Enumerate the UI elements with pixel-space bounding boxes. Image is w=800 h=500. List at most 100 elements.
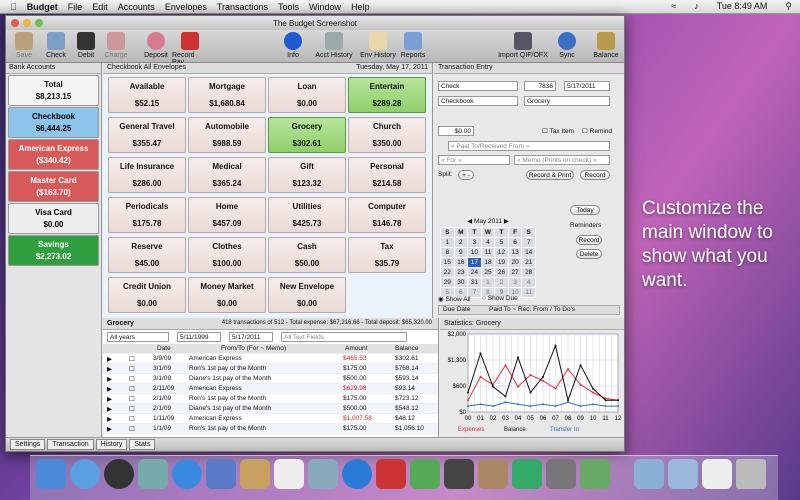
envelope-select[interactable]: Grocery — [524, 96, 610, 106]
calendar-day[interactable]: 31 — [467, 277, 482, 288]
check-number-field[interactable]: 7836 — [524, 81, 556, 91]
table-row[interactable]: ▶ ☐ 3/1/09 Ron's 1st pay of the Month $175.0… — [103, 364, 438, 374]
table-row[interactable]: ▶ ☐ 3/1/09 Diane's 1st pay of the Month $500… — [103, 374, 438, 384]
stats-tab[interactable]: Stats — [129, 439, 156, 450]
payee-field[interactable]: « Paid To/Received From » — [448, 141, 610, 151]
reminder-record-button[interactable]: Record — [576, 235, 602, 245]
envelope-money-market[interactable]: Money Market $0.00 — [188, 277, 266, 313]
envelope-gift[interactable]: Gift $123.32 — [268, 157, 346, 193]
envelope-reserve[interactable]: Reserve $45.00 — [108, 237, 186, 273]
calendar-day[interactable]: 12 — [494, 247, 509, 258]
remind-checkbox[interactable]: ☐ Remind — [582, 127, 612, 135]
account-checkbook[interactable]: Checkbook $6,444.25 — [8, 107, 99, 138]
calendar-day[interactable]: 21 — [521, 257, 536, 268]
transaction-type-select[interactable]: Check — [438, 81, 518, 91]
documents-folder-icon[interactable] — [668, 459, 698, 489]
cleared-checkbox[interactable]: ☐ — [129, 365, 135, 373]
envelope-tax[interactable]: Tax $35.79 — [348, 237, 426, 273]
calendar-day[interactable]: 24 — [467, 267, 482, 278]
expand-icon[interactable]: ▶ — [107, 415, 112, 423]
iphoto-icon[interactable] — [410, 459, 440, 489]
split-add-button[interactable]: + - — [458, 170, 474, 180]
amount-field[interactable]: $0.00 — [438, 126, 474, 136]
envelope-periodicals[interactable]: Periodicals $175.78 — [108, 197, 186, 233]
table-row[interactable]: ▶ ☐ 2/1/09 Ron's 1st pay of the Month $175.0… — [103, 394, 438, 404]
for-field[interactable]: « For » — [438, 155, 510, 165]
envelope-credit-union[interactable]: Credit Union $0.00 — [108, 277, 186, 313]
calendar-day[interactable]: 22 — [440, 267, 455, 278]
record-button[interactable]: Record — [580, 170, 610, 180]
table-row[interactable]: ▶ ☐ 1/1/09 Ron's 1st pay of the Month $175.0… — [103, 424, 438, 434]
calendar-day[interactable]: 9 — [453, 247, 469, 258]
cleared-checkbox[interactable]: ☐ — [129, 375, 135, 383]
calendar-day[interactable]: 8 — [440, 247, 455, 258]
trash-icon[interactable] — [736, 459, 766, 489]
finder-icon[interactable] — [36, 459, 66, 489]
ical-icon[interactable] — [274, 459, 304, 489]
envelope-cash[interactable]: Cash $50.00 — [268, 237, 346, 273]
menu-accounts[interactable]: Accounts — [118, 2, 155, 12]
menu-edit[interactable]: Edit — [92, 2, 108, 12]
calendar-day[interactable]: 19 — [494, 257, 509, 268]
calendar-day[interactable]: 27 — [507, 267, 523, 278]
calendar-day[interactable]: 13 — [507, 247, 523, 258]
calendar-day[interactable]: 30 — [453, 277, 469, 288]
calendar-day[interactable]: 20 — [507, 257, 523, 268]
volume-icon[interactable]: ♪ — [694, 1, 699, 12]
menu-help[interactable]: Help — [351, 2, 370, 12]
clock-text[interactable]: Tue 8:49 AM — [717, 1, 768, 12]
calendar-day[interactable]: 2 — [453, 237, 469, 248]
reminder-delete-button[interactable]: Delete — [576, 249, 602, 259]
cleared-checkbox[interactable]: ☐ — [129, 425, 135, 433]
expand-icon[interactable]: ▶ — [107, 355, 112, 363]
expand-icon[interactable]: ▶ — [107, 395, 112, 403]
deposit-button[interactable]: Deposit — [138, 32, 174, 59]
facetime-icon[interactable] — [206, 459, 236, 489]
calendar-day[interactable]: 17 — [467, 257, 482, 268]
calendar-day[interactable]: 3 — [467, 237, 482, 248]
expand-icon[interactable]: ▶ — [107, 405, 112, 413]
zoom-button[interactable] — [35, 19, 43, 27]
itunes-icon[interactable] — [342, 459, 372, 489]
today-button[interactable]: Today — [570, 205, 600, 215]
document-icon[interactable] — [702, 459, 732, 489]
minimize-button[interactable] — [23, 19, 31, 27]
record-pay-button[interactable]: Record Pay — [172, 32, 208, 66]
applications-folder-icon[interactable] — [634, 459, 664, 489]
calendar-day[interactable]: 2 — [494, 277, 509, 288]
cleared-checkbox[interactable]: ☐ — [129, 405, 135, 413]
calendar-day[interactable]: 4 — [521, 277, 536, 288]
search-field[interactable]: All Text Fields — [281, 332, 407, 342]
menu-transactions[interactable]: Transactions — [217, 2, 268, 12]
calendar-day[interactable]: 11 — [521, 287, 536, 298]
calendar-day[interactable]: 15 — [440, 257, 455, 268]
calendar-day[interactable]: 26 — [494, 267, 509, 278]
calendar-day[interactable]: 25 — [480, 267, 496, 278]
table-row[interactable]: ▶ ☐ 2/11/09 American Express $629.98 $93.14 — [103, 384, 438, 394]
cleared-checkbox[interactable]: ☐ — [129, 415, 135, 423]
account-select[interactable]: Checkbook — [438, 96, 518, 106]
envelope-personal[interactable]: Personal $214.58 — [348, 157, 426, 193]
calendar-day[interactable]: 28 — [521, 267, 536, 278]
apple-menu-icon[interactable]:  — [10, 2, 17, 12]
menu-envelopes[interactable]: Envelopes — [165, 2, 207, 12]
calendar-day[interactable]: 29 — [440, 277, 455, 288]
calendar-day[interactable]: 1 — [440, 237, 455, 248]
transaction-tab[interactable]: Transaction — [47, 439, 94, 450]
charge-button[interactable]: Charge — [98, 32, 134, 59]
reports-button[interactable]: Reports — [394, 32, 432, 59]
table-row[interactable]: ▶ ☐ 3/9/09 American Express $465.53 $302.61 — [103, 354, 438, 364]
time-machine-icon[interactable] — [512, 459, 542, 489]
calendar-day[interactable]: 16 — [453, 257, 469, 268]
spotlight-icon[interactable]: ⚲ — [785, 1, 792, 12]
from-date-field[interactable]: 5/11/1999 — [177, 332, 221, 342]
expand-icon[interactable]: ▶ — [107, 375, 112, 383]
calendar-day[interactable]: 3 — [507, 277, 523, 288]
expand-icon[interactable]: ▶ — [107, 425, 112, 433]
show-due-radio[interactable]: ○ Show Due — [482, 295, 518, 302]
budget-app-icon[interactable] — [580, 459, 610, 489]
account-total[interactable]: Total $8,213.15 — [8, 75, 99, 106]
mail-icon[interactable] — [138, 459, 168, 489]
envelope-new-envelope[interactable]: New Envelope $0.00 — [268, 277, 346, 313]
envelope-entertain[interactable]: Entertain $289.28 — [348, 77, 426, 113]
